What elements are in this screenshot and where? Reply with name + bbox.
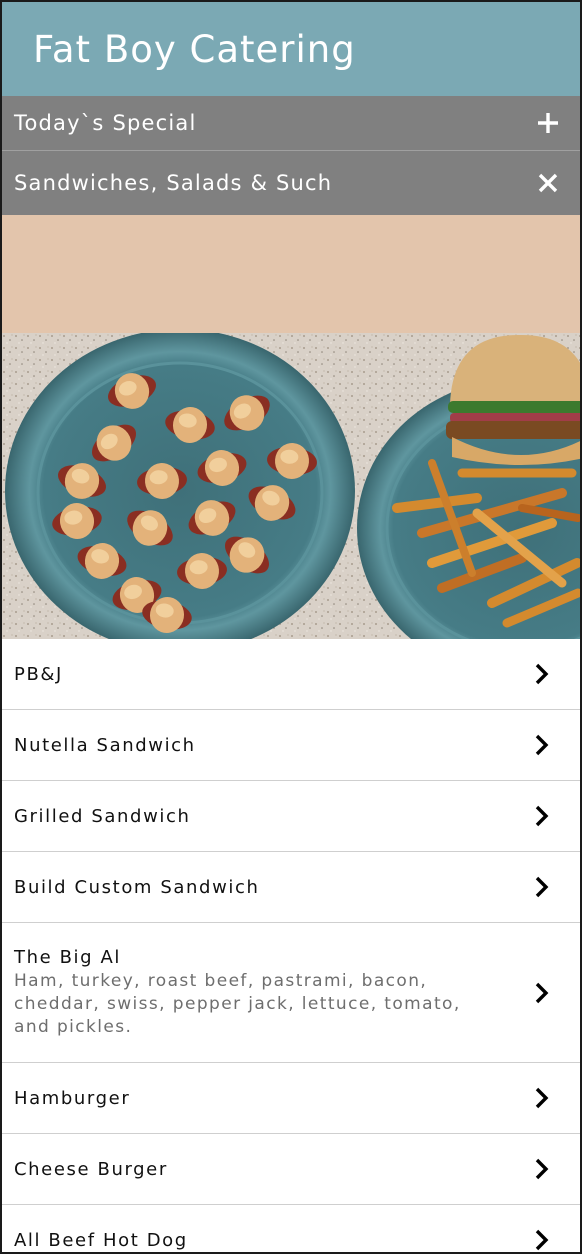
menu-item-description: Ham, turkey, roast beef, pastrami, bacon… (14, 970, 461, 1037)
chevron-right-icon[interactable] (534, 1157, 550, 1181)
plus-icon[interactable] (536, 111, 560, 135)
section-banner-band (2, 215, 580, 333)
menu-item-cheese-burger[interactable]: Cheese Burger (2, 1134, 580, 1205)
chevron-right-icon[interactable] (534, 1086, 550, 1110)
menu-item-all-beef-hot-dog[interactable]: All Beef Hot Dog (2, 1205, 580, 1252)
section-sandwiches-salads[interactable]: Sandwiches, Salads & Such (2, 151, 580, 215)
menu-item-build-custom-sandwich[interactable]: Build Custom Sandwich (2, 852, 580, 923)
menu-item-grilled-sandwich[interactable]: Grilled Sandwich (2, 781, 580, 852)
chevron-right-icon[interactable] (534, 662, 550, 686)
chevron-right-icon[interactable] (534, 875, 550, 899)
app-frame: Fat Boy Catering Today`s Special Sandwic… (0, 0, 582, 1254)
menu-item-nutella-sandwich[interactable]: Nutella Sandwich (2, 710, 580, 781)
section-label: Today`s Special (14, 111, 197, 135)
menu-item-name: The Big Al (14, 946, 122, 968)
menu-item-hamburger[interactable]: Hamburger (2, 1063, 580, 1134)
section-todays-special[interactable]: Today`s Special (2, 96, 580, 151)
menu-item-name: Build Custom Sandwich (14, 876, 260, 898)
menu-item-name: Nutella Sandwich (14, 734, 196, 756)
menu-item-name: All Beef Hot Dog (14, 1229, 188, 1251)
food-photo (2, 333, 580, 639)
menu-item-pbj[interactable]: PB&J (2, 639, 580, 710)
chevron-right-icon[interactable] (534, 804, 550, 828)
close-icon[interactable] (536, 171, 560, 195)
menu-item-name: PB&J (14, 663, 63, 685)
menu-list: PB&J Nutella Sandwich Grilled Sandwich B… (2, 639, 580, 1252)
menu-item-name: Cheese Burger (14, 1158, 168, 1180)
chevron-right-icon[interactable] (534, 733, 550, 757)
menu-item-name: Hamburger (14, 1087, 131, 1109)
menu-item-name: Grilled Sandwich (14, 805, 191, 827)
app-title: Fat Boy Catering (33, 27, 356, 71)
chevron-right-icon[interactable] (534, 981, 550, 1005)
menu-item-the-big-al[interactable]: The Big Al Ham, turkey, roast beef, past… (2, 923, 580, 1063)
app-header: Fat Boy Catering (2, 2, 580, 96)
section-label: Sandwiches, Salads & Such (14, 171, 333, 195)
chevron-right-icon[interactable] (534, 1228, 550, 1252)
